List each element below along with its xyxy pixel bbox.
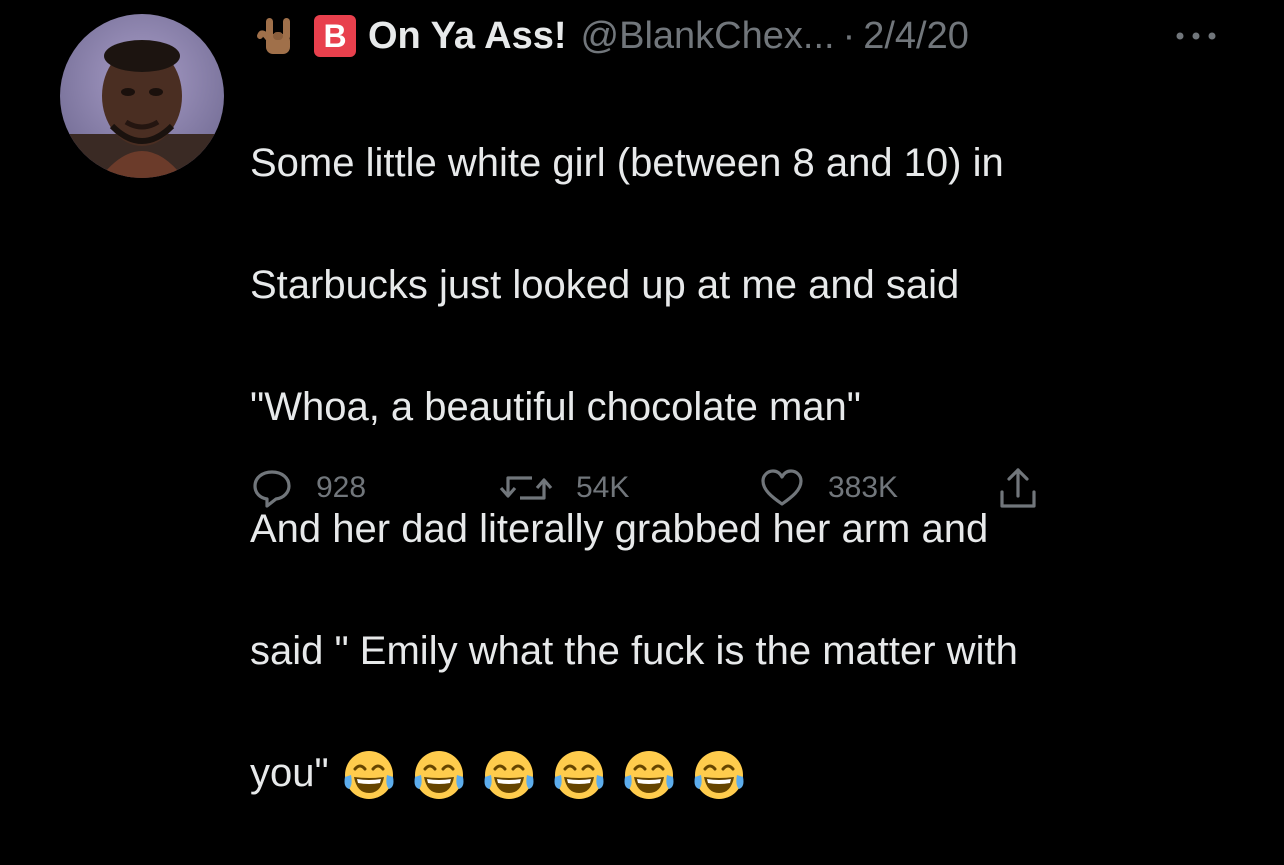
face-with-tears-of-joy-icon — [554, 751, 604, 800]
header-separator: · — [842, 15, 856, 57]
tweet-line: Some little white girl (between 8 and 10… — [250, 141, 1004, 185]
retweet-button[interactable]: 54K — [498, 462, 629, 514]
speech-bubble-icon — [253, 470, 291, 508]
avatar[interactable] — [60, 14, 224, 178]
face-with-tears-of-joy-icon — [624, 751, 674, 800]
tweet-actions: 928 54K 383K — [250, 462, 1150, 514]
laughing-emoji-row — [341, 747, 761, 803]
face-with-tears-of-joy-icon — [484, 751, 534, 800]
reply-button[interactable]: 928 — [250, 462, 366, 514]
face-with-tears-of-joy-icon — [414, 751, 464, 800]
retweet-icon — [499, 476, 553, 500]
tweet-date[interactable]: 2/4/20 — [863, 10, 969, 62]
share-button[interactable] — [994, 462, 1042, 514]
tweet-line: you" — [250, 751, 329, 795]
face-with-tears-of-joy-icon — [344, 751, 394, 800]
tweet-header: B On Ya Ass! @BlankChex... · 2/4/20 — [256, 10, 969, 62]
reply-count: 928 — [316, 471, 367, 504]
retweet-count: 54K — [576, 471, 630, 504]
like-button[interactable]: 383K — [758, 462, 898, 514]
tweet-line: "Whoa, a beautiful chocolate man" — [250, 385, 861, 429]
b-button-emoji-icon: B — [314, 15, 356, 57]
face-with-tears-of-joy-icon — [694, 751, 744, 800]
tweet-line: said " Emily what the fuck is the matter… — [250, 629, 1018, 673]
more-options-button[interactable] — [1170, 22, 1226, 50]
heart-icon — [761, 469, 803, 506]
like-count: 383K — [828, 471, 899, 504]
share-icon — [1000, 468, 1036, 508]
tweet-line: Starbucks just looked up at me and said — [250, 263, 960, 307]
more-dots-icon — [1176, 32, 1216, 40]
avatar-photo — [60, 14, 224, 178]
tweet-last-line: you" — [250, 743, 1250, 804]
author-display-name[interactable]: On Ya Ass! — [368, 10, 567, 62]
author-handle[interactable]: @BlankChex... — [581, 10, 835, 62]
tweet: B On Ya Ass! @BlankChex... · 2/4/20 Some… — [0, 0, 1284, 800]
sign-of-the-horns-emoji-icon — [257, 18, 290, 54]
